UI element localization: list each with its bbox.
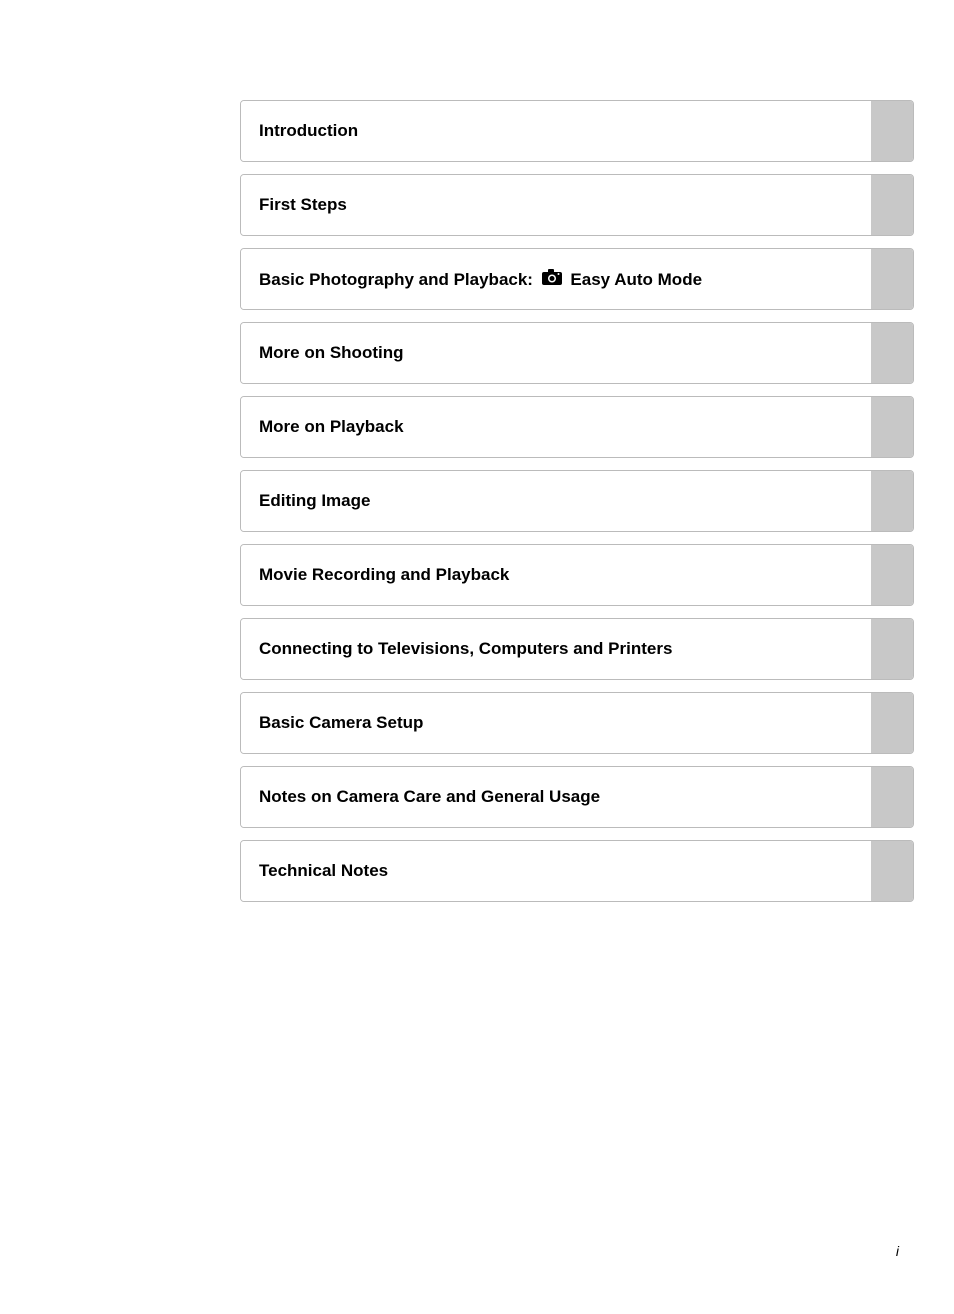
toc-item-technical-notes[interactable]: Technical Notes xyxy=(240,840,914,902)
toc-item-notes-camera-care[interactable]: Notes on Camera Care and General Usage xyxy=(240,766,914,828)
camera-icon xyxy=(542,269,562,290)
toc-item-label-introduction: Introduction xyxy=(259,121,358,141)
toc-item-label-more-on-playback: More on Playback xyxy=(259,417,404,437)
toc-item-label-movie-recording: Movie Recording and Playback xyxy=(259,565,509,585)
toc-item-more-on-playback[interactable]: More on Playback xyxy=(240,396,914,458)
toc-item-connecting[interactable]: Connecting to Televisions, Computers and… xyxy=(240,618,914,680)
toc-item-basic-camera-setup[interactable]: Basic Camera Setup xyxy=(240,692,914,754)
toc-item-tab-editing-image xyxy=(871,471,913,531)
toc-item-label-first-steps: First Steps xyxy=(259,195,347,215)
toc-item-label-technical-notes: Technical Notes xyxy=(259,861,388,881)
toc-item-tab-basic-photography xyxy=(871,249,913,309)
toc-item-label-notes-camera-care: Notes on Camera Care and General Usage xyxy=(259,787,600,807)
toc-item-tab-connecting xyxy=(871,619,913,679)
toc-item-tab-introduction xyxy=(871,101,913,161)
toc-container: Introduction First Steps Basic Photography… xyxy=(240,100,914,902)
toc-item-more-on-shooting[interactable]: More on Shooting xyxy=(240,322,914,384)
page-number: i xyxy=(896,1243,899,1259)
toc-item-basic-photography[interactable]: Basic Photography and Playback: Easy Aut… xyxy=(240,248,914,310)
toc-item-tab-technical-notes xyxy=(871,841,913,901)
toc-item-movie-recording[interactable]: Movie Recording and Playback xyxy=(240,544,914,606)
toc-item-tab-more-on-shooting xyxy=(871,323,913,383)
toc-item-tab-notes-camera-care xyxy=(871,767,913,827)
toc-item-label-more-on-shooting: More on Shooting xyxy=(259,343,403,363)
toc-item-introduction[interactable]: Introduction xyxy=(240,100,914,162)
toc-item-first-steps[interactable]: First Steps xyxy=(240,174,914,236)
toc-item-label-connecting: Connecting to Televisions, Computers and… xyxy=(259,639,672,659)
toc-item-tab-more-on-playback xyxy=(871,397,913,457)
toc-item-label-basic-photography: Basic Photography and Playback: Easy Aut… xyxy=(259,269,702,290)
toc-item-tab-first-steps xyxy=(871,175,913,235)
toc-item-label-editing-image: Editing Image xyxy=(259,491,370,511)
toc-item-label-basic-camera-setup: Basic Camera Setup xyxy=(259,713,423,733)
toc-item-editing-image[interactable]: Editing Image xyxy=(240,470,914,532)
toc-item-tab-movie-recording xyxy=(871,545,913,605)
toc-item-tab-basic-camera-setup xyxy=(871,693,913,753)
